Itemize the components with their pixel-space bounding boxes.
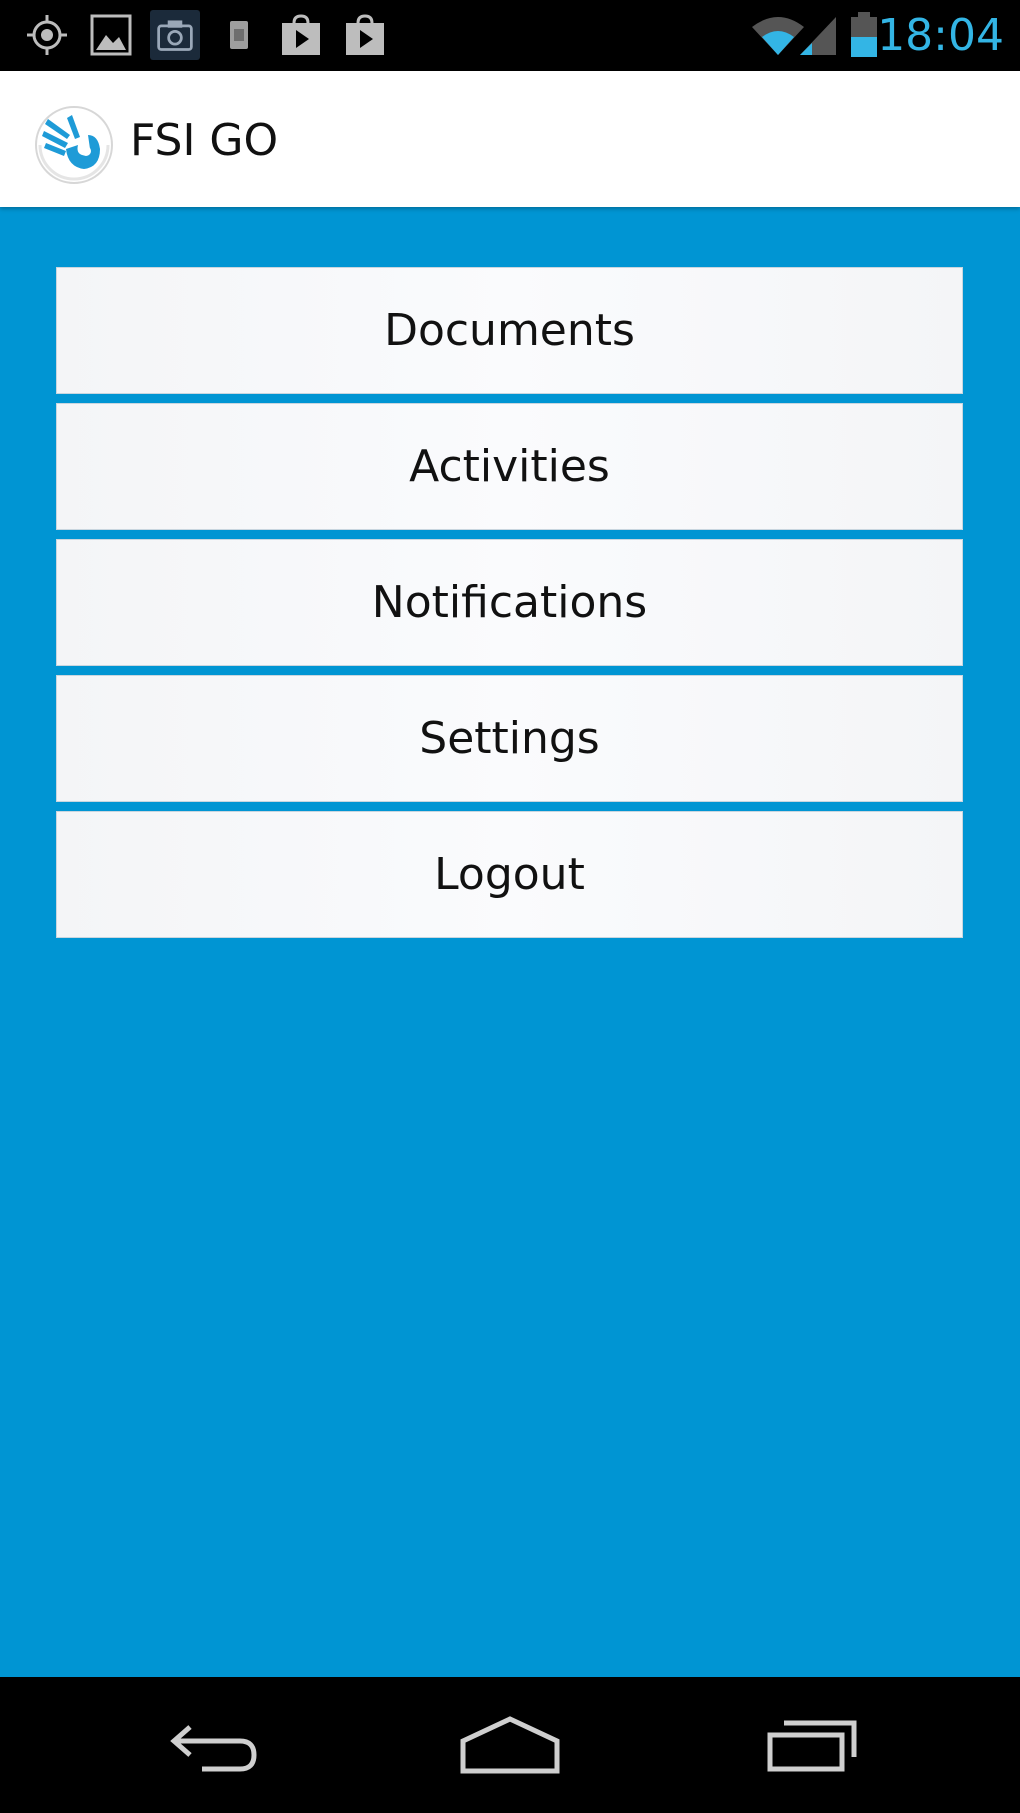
gallery-icon [86,10,136,60]
notifications-button[interactable]: Notifications [56,539,963,666]
status-clock: 18:04 [877,10,1004,61]
activities-button[interactable]: Activities [56,403,963,530]
camera-icon [150,10,200,60]
logout-button[interactable]: Logout [56,811,963,938]
action-bar: FSI GO [0,71,1020,207]
home-icon[interactable] [450,1705,570,1785]
documents-button[interactable]: Documents [56,267,963,394]
play-store-icon [340,10,390,60]
recent-apps-icon[interactable] [752,1705,872,1785]
app-title: FSI GO [130,115,279,166]
play-store-icon [276,10,326,60]
back-icon[interactable] [152,1705,272,1785]
settings-button[interactable]: Settings [56,675,963,802]
cell-signal-icon [796,10,840,60]
gps-icon [22,10,72,60]
navigation-bar [0,1677,1020,1813]
sim-card-icon [214,10,264,60]
main-content: Documents Activities Notifications Setti… [0,207,1020,1677]
status-bar: 18:04 [0,0,1020,71]
hand-logo-icon[interactable] [34,105,114,185]
app-screen: 18:04 FSI GO Documents Activities Notifi… [0,0,1020,1813]
main-menu: Documents Activities Notifications Setti… [56,267,963,947]
